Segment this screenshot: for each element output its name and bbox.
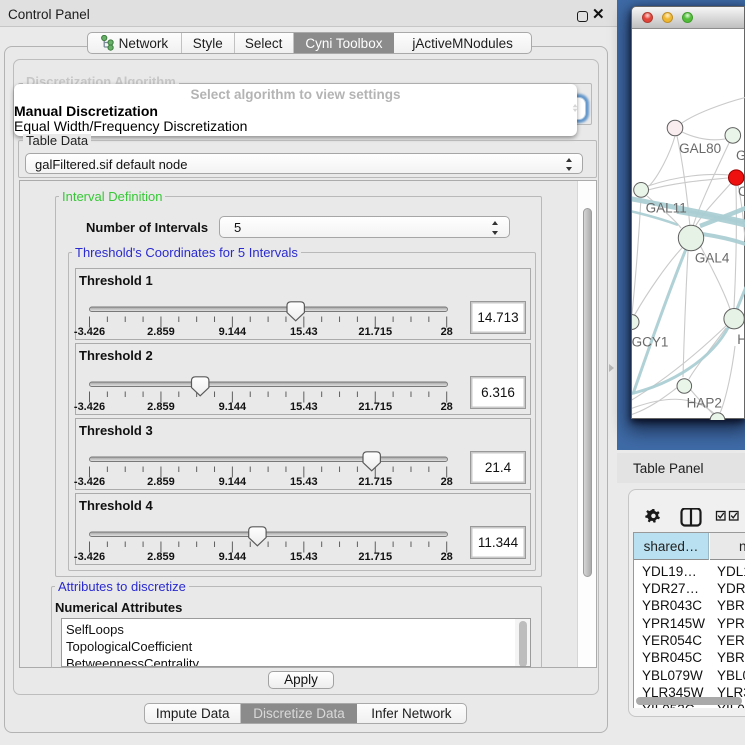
- svg-text:GAL80: GAL80: [679, 141, 721, 156]
- svg-text:GAL4: GAL4: [695, 251, 730, 266]
- svg-text:H: H: [737, 332, 745, 347]
- svg-text:HAP2: HAP2: [687, 396, 722, 411]
- svg-text:GCY1: GCY1: [632, 335, 668, 350]
- svg-text:GAL11: GAL11: [646, 201, 687, 216]
- svg-text:CY: CY: [738, 184, 745, 199]
- svg-text:GA: GA: [736, 148, 745, 163]
